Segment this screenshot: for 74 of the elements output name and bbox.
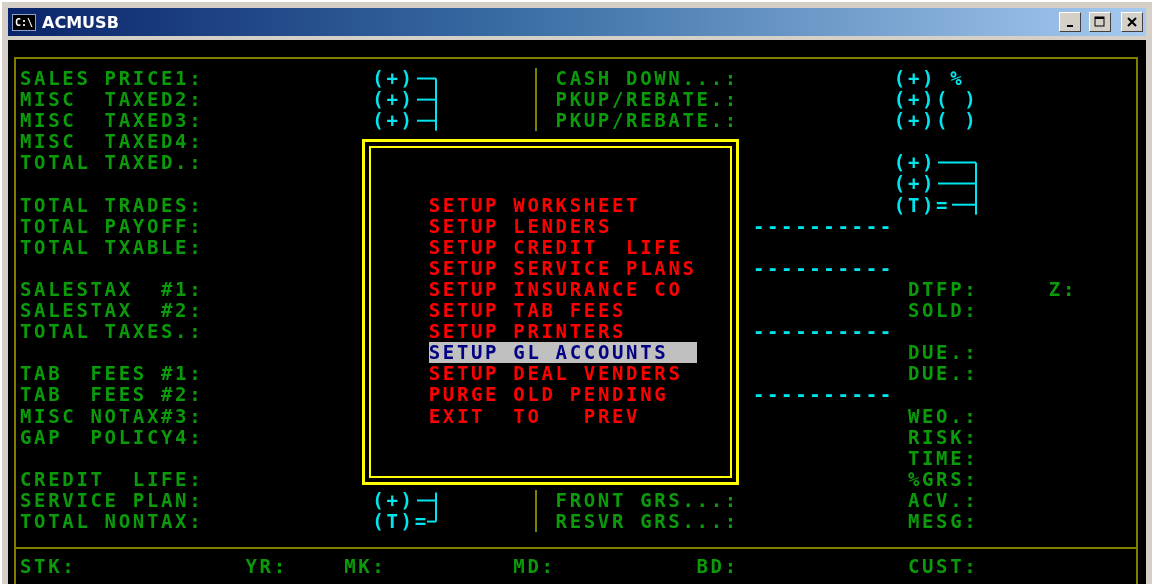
field-label: MISC TAXED3: (20, 110, 204, 132)
field-label: DUE.: (907, 363, 979, 385)
field-label: %GRS: (907, 468, 979, 490)
status-label: CUST: (907, 556, 979, 578)
field-label: FRONT GRS...: (555, 489, 739, 511)
sum-marker: (+) (372, 489, 415, 511)
field-label: ACV.: (907, 489, 979, 511)
menu-item[interactable]: SETUP WORKSHEET (428, 194, 697, 216)
field-label: TOTAL NONTAX: (20, 510, 204, 533)
menu-item[interactable]: SETUP TAB FEES (428, 300, 697, 322)
menu-item[interactable]: SETUP LENDERS (428, 215, 697, 237)
field-label: TAB FEES #1: (20, 363, 204, 385)
sum-marker: (+) (372, 68, 415, 90)
field-label: GAP POLICY4: (20, 426, 204, 448)
minimize-button[interactable] (1059, 12, 1081, 32)
status-label: YR: (245, 556, 288, 578)
menu-item[interactable]: EXIT TO PREV (428, 405, 697, 427)
field-label: SALES PRICE1: (20, 68, 204, 90)
menu-item[interactable]: SETUP GL ACCOUNTS (428, 342, 697, 364)
close-icon (1127, 17, 1137, 27)
menu-item[interactable]: SETUP PRINTERS (428, 321, 697, 343)
field-label: RISK: (907, 426, 979, 448)
field-label: RESVR GRS...: (555, 510, 739, 533)
dash-line: ---------- (752, 384, 894, 406)
field-label: DUE.: (907, 342, 979, 364)
sum-marker: (+)( ) (893, 89, 979, 111)
field-label: DTFP: (907, 278, 979, 301)
sum-marker: (+) % (893, 68, 965, 90)
maximize-button[interactable] (1089, 12, 1111, 32)
field-label: TOTAL TXABLE: (20, 236, 204, 258)
sum-marker: (+) (372, 89, 415, 111)
field-label: SALESTAX #2: (20, 300, 204, 322)
field-label: Z: (1048, 278, 1078, 301)
sum-marker: (+) (893, 152, 937, 174)
menu-item[interactable]: SETUP DEAL VENDERS (428, 363, 697, 385)
field-label: SALESTAX #1: (20, 278, 204, 301)
field-label: MISC TAXED2: (20, 89, 204, 111)
sum-marker: (+) (372, 110, 415, 132)
field-label: SERVICE PLAN: (20, 489, 204, 511)
field-label: MESG: (907, 510, 979, 533)
field-label: TOTAL TAXES.: (20, 321, 204, 343)
field-label: TAB FEES #2: (20, 384, 204, 406)
field-label: WEO.: (907, 405, 979, 427)
field-label: PKUP/REBATE.: (555, 110, 739, 132)
field-label: MISC NOTAX#3: (20, 405, 204, 427)
console-icon: C:\ (12, 13, 37, 31)
dash-line: ---------- (752, 215, 894, 237)
dash-line: ---------- (752, 321, 894, 343)
field-label: CASH DOWN...: (555, 68, 739, 90)
sum-marker: (+) (893, 173, 937, 195)
menu-item[interactable]: SETUP INSURANCE CO (428, 278, 697, 301)
menu-item[interactable]: SETUP CREDIT LIFE (428, 236, 697, 258)
menu-item[interactable]: PURGE OLD PENDING (428, 384, 697, 406)
field-label: TOTAL TAXED.: (20, 152, 204, 174)
status-label: MD: (513, 556, 556, 578)
menu-item[interactable]: SETUP SERVICE PLANS (428, 257, 697, 279)
field-label: PKUP/REBATE.: (555, 89, 739, 111)
status-label: STK: (20, 556, 77, 578)
dash-line: ---------- (752, 257, 894, 279)
sum-marker: (T)= (893, 194, 951, 216)
close-button[interactable] (1121, 12, 1143, 32)
window-title: ACMUSB (42, 12, 120, 32)
field-label: SOLD: (907, 300, 979, 322)
field-label: TIME: (907, 447, 979, 469)
field-label: TOTAL PAYOFF: (20, 215, 204, 237)
status-label: BD: (696, 556, 739, 578)
field-label: TOTAL TRADES: (20, 194, 204, 216)
sum-marker: (T)= (372, 510, 429, 533)
maximize-icon (1094, 16, 1106, 28)
sum-marker: (+)( ) (893, 110, 979, 132)
field-label: MISC TAXED4: (20, 131, 204, 153)
minimize-icon (1067, 25, 1073, 27)
field-label: CREDIT LIFE: (20, 468, 204, 490)
status-label: MK: (344, 556, 387, 578)
